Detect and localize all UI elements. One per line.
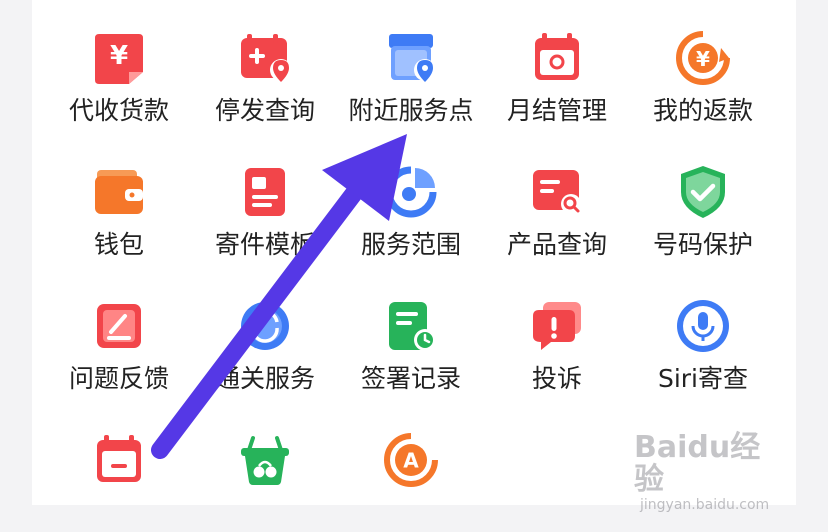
suspended-delivery-icon (235, 28, 295, 88)
menu-item-suspended-delivery[interactable]: 停发查询 (192, 0, 338, 130)
my-refund-icon: ¥ (673, 28, 733, 88)
shipping-template-icon (235, 162, 295, 222)
menu-item-product-search[interactable]: 产品查询 (484, 134, 630, 264)
menu-item-calendar[interactable] (46, 402, 192, 532)
svg-text:A: A (403, 449, 419, 473)
menu-item-label: 签署记录 (360, 364, 461, 393)
a-circle-icon: A (381, 430, 441, 490)
svg-text:¥: ¥ (696, 47, 710, 71)
feedback-icon (89, 296, 149, 356)
menu-item-number-protection[interactable]: 号码保护 (630, 134, 776, 264)
sign-record-icon (381, 296, 441, 356)
menu-item-feedback[interactable]: 问题反馈 (46, 268, 192, 398)
service-area-icon (381, 162, 441, 222)
menu-item-label: 投诉 (531, 364, 582, 393)
payment-collection-icon: ¥ (89, 28, 149, 88)
menu-item-shipping-template[interactable]: 寄件模板 (192, 134, 338, 264)
number-protection-icon (673, 162, 733, 222)
nearby-service-point-icon (381, 28, 441, 88)
fruit-basket-icon (235, 430, 295, 490)
menu-item-label: 月结管理 (506, 96, 607, 125)
menu-item-label: 附近服务点 (348, 96, 474, 125)
wallet-icon (89, 162, 149, 222)
watermark-brand: Baidu经验 (634, 430, 761, 497)
menu-item-label: 号码保护 (652, 230, 753, 259)
baidu-watermark: Baidu经验 jingyan.baidu.com (634, 432, 784, 514)
menu-item-payment-collection[interactable]: ¥ 代收货款 (46, 0, 192, 130)
menu-item-label: 我的返款 (652, 96, 753, 125)
menu-item-service-area[interactable]: 服务范围 (338, 134, 484, 264)
menu-item-label: 通关服务 (214, 364, 315, 393)
menu-item-nearby-service-point[interactable]: 附近服务点 (338, 0, 484, 130)
menu-item-label: 问题反馈 (68, 364, 169, 393)
monthly-billing-icon (527, 28, 587, 88)
watermark-url: jingyan.baidu.com (640, 497, 770, 513)
menu-item-complaint[interactable]: 投诉 (484, 268, 630, 398)
menu-item-label: 钱包 (93, 230, 144, 259)
calendar-icon (89, 430, 149, 490)
menu-item-siri-search[interactable]: Siri寄查 (630, 268, 776, 398)
svg-text:¥: ¥ (110, 41, 128, 71)
customs-service-icon (235, 296, 295, 356)
menu-item-my-refund[interactable]: ¥ 我的返款 (630, 0, 776, 130)
menu-item-label: 停发查询 (214, 96, 315, 125)
menu-item-label: 代收货款 (68, 96, 169, 125)
menu-item-customs-service[interactable]: 通关服务 (192, 268, 338, 398)
complaint-icon (527, 296, 587, 356)
menu-item-a-service[interactable]: A (338, 402, 484, 532)
siri-icon (673, 296, 733, 356)
menu-item-wallet[interactable]: 钱包 (46, 134, 192, 264)
menu-item-label: 寄件模板 (214, 230, 315, 259)
menu-item-label: Siri寄查 (657, 364, 749, 393)
menu-item-label: 服务范围 (360, 230, 461, 259)
menu-item-monthly-billing[interactable]: 月结管理 (484, 0, 630, 130)
menu-item-fruit-basket[interactable] (192, 402, 338, 532)
menu-item-label: 产品查询 (506, 230, 607, 259)
menu-item-sign-record[interactable]: 签署记录 (338, 268, 484, 398)
product-search-icon (527, 162, 587, 222)
